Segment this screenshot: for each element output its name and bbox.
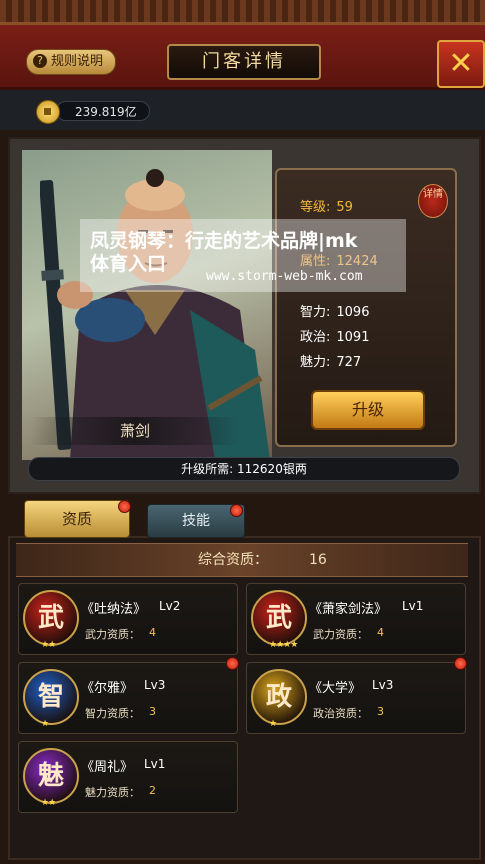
book-card[interactable]: 智 ★ 《尔雅》 Lv3 智力资质： 3 (18, 662, 238, 734)
charm-emblem-icon: 魅 (23, 748, 79, 804)
book-attribute-label: 政治资质： (313, 707, 368, 720)
star-rating: ★ (41, 719, 49, 729)
book-level: Lv1 (402, 599, 424, 613)
notification-dot (118, 500, 131, 513)
total-qualification-label: 综合资质： (198, 552, 268, 568)
book-name: 《吐纳法》 (81, 602, 147, 617)
tab-qualification[interactable]: 资质 (24, 500, 130, 538)
star-rating: ★★ (41, 640, 56, 650)
book-card[interactable]: 武 ★★ 《吐纳法》 Lv2 武力资质： 4 (18, 583, 238, 655)
martial-emblem-icon: 武 (251, 590, 307, 646)
rules-button[interactable]: ? 规则说明 (26, 49, 116, 75)
book-level: Lv3 (144, 678, 166, 692)
book-attribute-value: 4 (149, 626, 156, 639)
book-level: Lv3 (372, 678, 394, 692)
notification-dot (226, 657, 239, 670)
total-qualification-bar: 综合资质： 16 (16, 543, 468, 577)
watermark-text-line2: 体育入口 (90, 253, 167, 275)
book-attribute-label: 智力资质： (85, 707, 140, 720)
stat-charm: 魅力: 727 (300, 355, 362, 370)
star-rating: ★ (269, 719, 277, 729)
book-name: 《尔雅》 (81, 681, 134, 696)
page-title: 门客详情 (167, 44, 321, 80)
retainer-name: 萧剑 (30, 417, 240, 445)
politics-emblem-icon: 政 (251, 669, 307, 725)
roof-decoration (0, 0, 485, 25)
book-attribute-label: 魅力资质： (85, 786, 140, 799)
star-rating: ★★ (41, 798, 56, 808)
book-card[interactable]: 武 ★★★★ 《萧家剑法》 Lv1 武力资质： 4 (246, 583, 466, 655)
martial-emblem-icon: 武 (23, 590, 79, 646)
close-icon: ✕ (448, 46, 474, 81)
rules-label: 规则说明 (51, 54, 104, 69)
detail-button[interactable]: 详情 (418, 184, 448, 218)
book-attribute-value: 2 (149, 784, 156, 797)
upgrade-button[interactable]: 升级 (311, 390, 425, 430)
silver-amount: 239.819亿 (56, 101, 150, 121)
book-attribute-label: 武力资质： (313, 628, 368, 641)
book-card[interactable]: 政 ★ 《大学》 Lv3 政治资质： 3 (246, 662, 466, 734)
watermark-url: www.storm-web-mk.com (206, 269, 363, 284)
total-qualification-value: 16 (309, 552, 327, 568)
book-attribute-value: 3 (377, 705, 384, 718)
book-name: 《萧家剑法》 (309, 602, 388, 617)
notification-dot (230, 504, 243, 517)
stat-level: 等级: 59 (300, 200, 353, 215)
book-level: Lv2 (159, 599, 181, 613)
star-rating: ★★★★ (269, 640, 298, 650)
wisdom-emblem-icon: 智 (23, 669, 79, 725)
question-icon: ? (33, 54, 47, 68)
book-attribute-value: 4 (377, 626, 384, 639)
close-button[interactable]: ✕ (437, 40, 485, 88)
book-card[interactable]: 魅 ★★ 《周礼》 Lv1 魅力资质： 2 (18, 741, 238, 813)
notification-dot (454, 657, 467, 670)
stat-politics: 政治: 1091 (300, 330, 370, 345)
upgrade-cost: 升级所需: 112620银两 (28, 457, 460, 481)
coin-icon (36, 100, 60, 124)
stat-intelligence: 智力: 1096 (300, 305, 370, 320)
book-attribute-value: 3 (149, 705, 156, 718)
book-attribute-label: 武力资质： (85, 628, 140, 641)
retainer-portrait (40, 169, 270, 460)
book-name: 《周礼》 (81, 760, 134, 775)
book-level: Lv1 (144, 757, 166, 771)
book-name: 《大学》 (309, 681, 362, 696)
